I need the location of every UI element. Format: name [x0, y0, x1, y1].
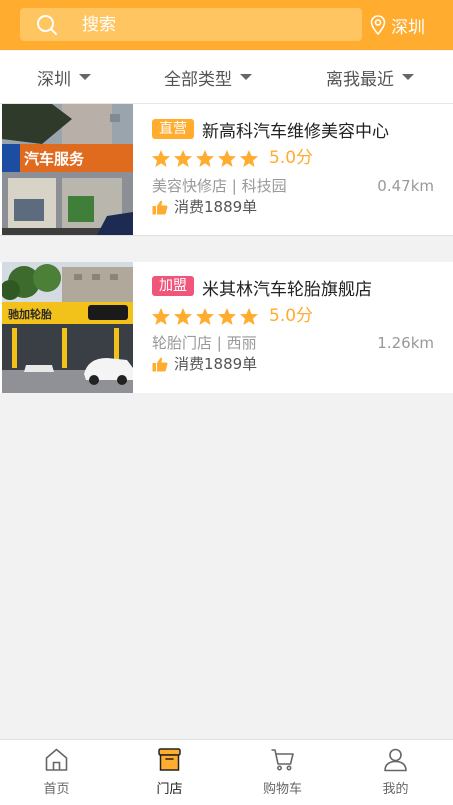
- store-photo: 汽车服务: [2, 104, 133, 235]
- tab-profile[interactable]: 我的: [339, 740, 452, 805]
- cart-icon: [271, 749, 294, 771]
- star-icon: [218, 149, 236, 167]
- filter-type[interactable]: 全部类型: [164, 51, 252, 103]
- tab-profile-label: 我的: [382, 782, 409, 797]
- star-icon: [174, 307, 192, 325]
- store-tag: 加盟: [152, 276, 194, 296]
- store-sign-text: 汽车服务: [24, 150, 85, 168]
- rating-score: 5.0分: [269, 148, 314, 168]
- sales-label: 消费1889单: [174, 355, 258, 373]
- store-icon: [158, 748, 181, 771]
- star-icon: [196, 307, 214, 325]
- store-distance: 1.26km: [377, 334, 434, 352]
- store-category: 美容快修店 | 科技园: [152, 177, 287, 195]
- sales-count: 消费1889单: [152, 354, 257, 374]
- store-card[interactable]: 驰加轮胎 加盟 米其林汽车轮胎旗舰店 5.0分 轮胎门店 | 西丽 1.26km…: [0, 262, 453, 393]
- store-card[interactable]: 汽车服务 直营 新高科汽车维修美容中心 5.0分 美容快修店 | 科技园 0.4…: [0, 104, 453, 235]
- location-selector[interactable]: 深圳: [370, 12, 425, 38]
- divider: [0, 235, 453, 236]
- tab-cart[interactable]: 购物车: [226, 740, 339, 805]
- store-name: 米其林汽车轮胎旗舰店: [202, 280, 372, 300]
- star-icon: [152, 307, 170, 325]
- sales-label: 消费1889单: [174, 198, 258, 216]
- tab-store[interactable]: 门店: [113, 740, 226, 805]
- caret-down-icon: [240, 74, 252, 80]
- filter-sort[interactable]: 离我最近: [326, 51, 414, 103]
- filter-city-label: 深圳: [37, 69, 71, 90]
- store-photo: 驰加轮胎: [2, 262, 133, 393]
- top-bar: 搜索 深圳: [0, 0, 453, 50]
- store-category: 轮胎门店 | 西丽: [152, 334, 257, 352]
- tab-cart-label: 购物车: [262, 782, 302, 797]
- store-sign-text: 驰加轮胎: [8, 307, 52, 321]
- search-placeholder: 搜索: [82, 15, 116, 35]
- caret-down-icon: [402, 74, 414, 80]
- rating-score: 5.0分: [269, 306, 314, 326]
- tab-store-label: 门店: [156, 782, 183, 797]
- star-icon: [196, 149, 214, 167]
- caret-down-icon: [79, 74, 91, 80]
- filter-bar: 深圳 全部类型 离我最近: [0, 51, 453, 104]
- filter-sort-label: 离我最近: [326, 69, 394, 90]
- tab-home-label: 首页: [43, 782, 70, 797]
- home-icon: [45, 748, 68, 771]
- search-icon: [37, 15, 57, 35]
- sales-count: 消费1889单: [152, 197, 257, 217]
- star-icon: [152, 149, 170, 167]
- thumbs-up-icon: [152, 200, 168, 214]
- search-input[interactable]: 搜索: [20, 8, 362, 41]
- star-icon: [240, 149, 258, 167]
- thumbs-up-icon: [152, 357, 168, 371]
- star-icon: [174, 149, 192, 167]
- store-distance: 0.47km: [377, 177, 434, 195]
- location-label: 深圳: [391, 17, 425, 38]
- star-icon: [240, 307, 258, 325]
- user-icon: [384, 748, 407, 772]
- star-rating: 5.0分: [151, 147, 313, 169]
- filter-city[interactable]: 深圳: [37, 51, 91, 103]
- tab-home[interactable]: 首页: [0, 740, 113, 805]
- bottom-tab-bar: 首页 门店 购物车 我的: [0, 739, 453, 805]
- star-rating: 5.0分: [151, 305, 313, 327]
- location-pin-icon: [370, 15, 386, 35]
- filter-type-label: 全部类型: [164, 69, 232, 90]
- store-tag: 直营: [152, 119, 194, 139]
- star-icon: [218, 307, 236, 325]
- store-name: 新高科汽车维修美容中心: [202, 122, 389, 142]
